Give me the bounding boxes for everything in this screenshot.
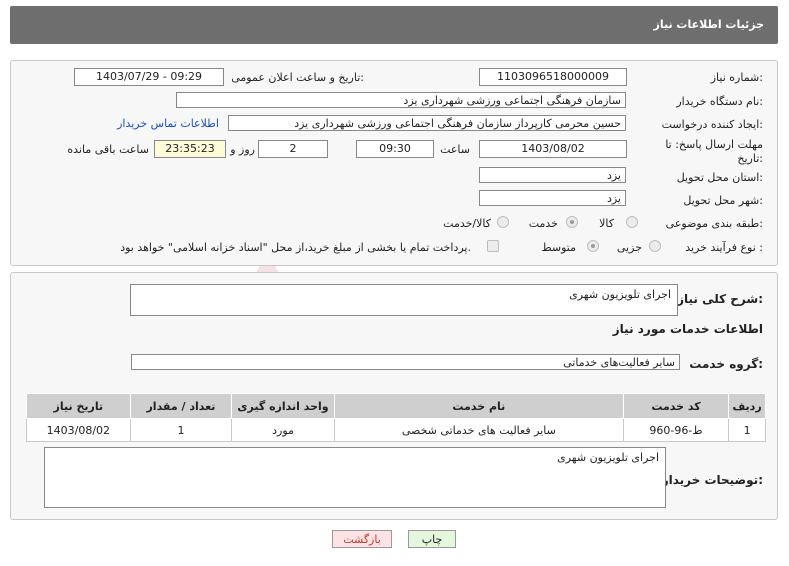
category-radio-goods[interactable] <box>626 216 638 228</box>
category-radio-goods-service[interactable] <box>497 216 509 228</box>
col-service-code: کد خدمت <box>622 393 730 419</box>
remaining-days-field: 2 <box>258 140 328 158</box>
summary-textarea[interactable]: اجرای تلویزیون شهری <box>130 284 678 316</box>
category-label: طبقه بندی موضوعی: <box>665 217 763 230</box>
city-label: شهر محل تحویل: <box>683 194 763 207</box>
announce-datetime-field: 1403/07/29 - 09:29 <box>74 68 224 86</box>
cell-unit: مورد <box>231 418 335 442</box>
buyer-org-field: سازمان فرهنگی اجتماعی ورزشی شهرداری یزد <box>176 92 626 108</box>
category-option-goods: کالا <box>599 217 614 230</box>
col-unit: واحد اندازه گیری <box>231 393 335 419</box>
cell-date: 1403/08/02 <box>26 418 131 442</box>
buyer-org-label: نام دستگاه خریدار: <box>676 95 763 108</box>
category-radio-service[interactable] <box>566 216 578 228</box>
table-row: 1403/08/02 1 مورد سایر فعالیت های خدماتی… <box>26 418 766 442</box>
deadline-label: مهلت ارسال پاسخ: تا تاریخ: <box>665 138 763 165</box>
cell-row: 1 <box>728 418 766 442</box>
remaining-time-label: ساعت باقی مانده <box>67 143 149 156</box>
summary-label: شرح کلی نیاز: <box>677 292 763 306</box>
deadline-time-field: 09:30 <box>356 140 434 158</box>
announce-datetime-label: تاریخ و ساعت اعلان عمومی: <box>231 71 364 84</box>
buyer-contact-link[interactable]: اطلاعات تماس خریدار <box>117 117 219 130</box>
province-field: یزد <box>479 167 626 183</box>
col-row: ردیف <box>728 393 766 419</box>
treasury-payment-note: پرداخت تمام یا بخشی از مبلغ خرید،از محل … <box>120 241 471 254</box>
process-radio-minor[interactable] <box>649 240 661 252</box>
deadline-date-field: 1403/08/02 <box>479 140 627 158</box>
remaining-time-field: 23:35:23 <box>154 140 226 158</box>
category-option-service: خدمت <box>528 217 558 230</box>
service-group-label: گروه خدمت: <box>689 357 763 371</box>
print-button[interactable]: چاپ <box>408 530 456 548</box>
province-label: استان محل تحویل: <box>676 171 763 184</box>
creator-field: حسین محرمی کارپرداز سازمان فرهنگی اجتماع… <box>228 115 626 131</box>
city-field: یزد <box>479 190 626 206</box>
col-date: تاریخ نیاز <box>26 393 131 419</box>
services-table: تاریخ نیاز تعداد / مقدار واحد اندازه گیر… <box>26 393 766 442</box>
deadline-time-label: ساعت <box>440 143 470 156</box>
cell-service-code: ط-96-960 <box>622 418 730 442</box>
process-option-minor: جزیی <box>616 241 642 254</box>
cell-qty: 1 <box>129 418 233 442</box>
services-table-header: تاریخ نیاز تعداد / مقدار واحد اندازه گیر… <box>26 393 766 419</box>
creator-label: ایجاد کننده درخواست: <box>661 118 763 131</box>
page-header: جزئیات اطلاعات نیاز <box>10 6 778 44</box>
col-service-name: نام خدمت <box>333 393 624 419</box>
col-qty: تعداد / مقدار <box>129 393 233 419</box>
service-group-field: سایر فعالیت‌های خدماتی <box>131 354 680 370</box>
buyer-notes-label: توضیحات خریدار: <box>661 473 763 487</box>
process-label: نوع فرآیند خرید : <box>685 241 763 254</box>
process-radio-medium[interactable] <box>587 240 599 252</box>
need-number-field: 1103096518000009 <box>479 68 627 86</box>
buyer-notes-textarea[interactable]: اجرای تلویزیون شهری <box>44 447 666 508</box>
services-section-title: اطلاعات خدمات مورد نیاز <box>612 322 763 336</box>
need-number-label: شماره نیاز: <box>710 71 763 84</box>
page-title: جزئیات اطلاعات نیاز <box>653 18 765 31</box>
treasury-payment-checkbox[interactable] <box>487 240 499 252</box>
back-button[interactable]: بازگشت <box>332 530 392 548</box>
cell-service-name: سایر فعالیت های خدماتی شخصی <box>333 418 624 442</box>
remaining-days-label: روز و <box>230 143 255 156</box>
process-option-medium: متوسط <box>541 241 576 254</box>
category-option-goods-service: کالا/خدمت <box>443 217 491 230</box>
